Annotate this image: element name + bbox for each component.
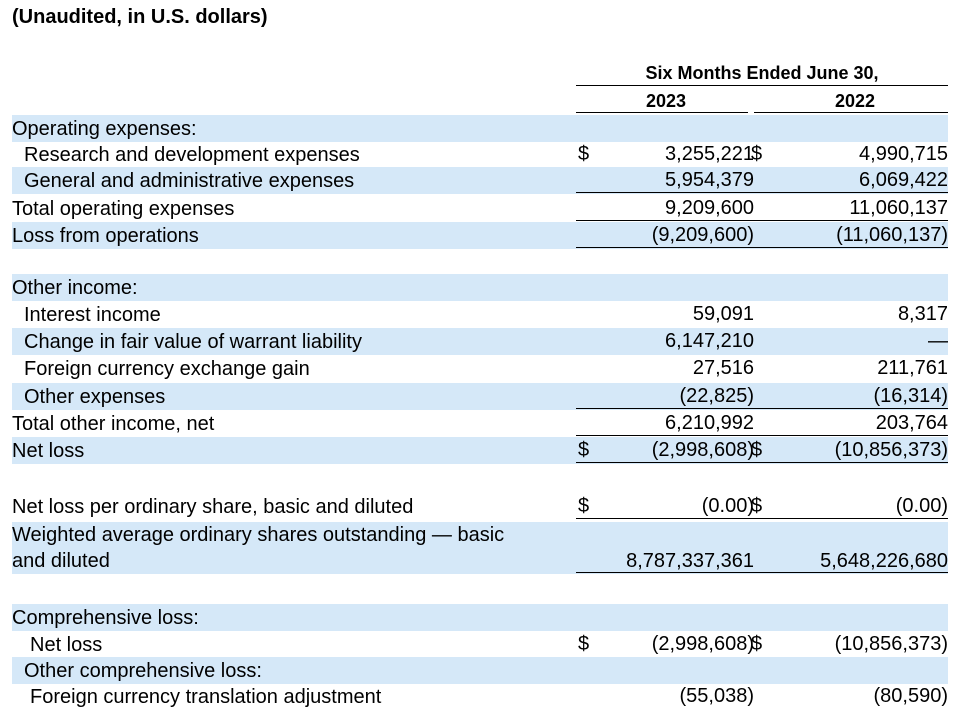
value-underline — [576, 247, 754, 248]
row-label: Net loss — [12, 440, 85, 462]
value-underline — [576, 518, 754, 519]
value-2022: 4,990,715 — [859, 143, 948, 165]
value-underline — [576, 572, 754, 573]
row-label: Other comprehensive loss: — [24, 660, 262, 682]
table-row: Operating expenses: — [12, 115, 948, 142]
row-label: General and administrative expenses — [24, 170, 355, 192]
value-2022: (16,314) — [873, 385, 949, 407]
income-statement-table: Operating expenses: Research and developm… — [0, 0, 968, 708]
table-row: Research and development expenses $3,255,… — [12, 141, 948, 167]
value-2023: 3,255,221 — [665, 143, 754, 165]
value-underline — [576, 435, 754, 436]
table-row: Other income: — [12, 274, 948, 301]
table-row: General and administrative expenses 5,954… — [12, 167, 948, 194]
currency-symbol-2023: $ — [578, 495, 590, 517]
value-2023: (55,038) — [679, 685, 755, 707]
row-label: Weighted average ordinary shares outstan… — [12, 524, 505, 546]
table-row: Comprehensive loss: — [12, 604, 948, 631]
value-2023: 5,954,379 — [665, 169, 754, 191]
value-underline — [576, 408, 754, 409]
table-row: Foreign currency exchange gain 27,516 211,… — [12, 355, 948, 382]
row-label: Research and development expenses — [24, 144, 360, 166]
table-row: Other expenses (22,825) (16,314) — [12, 383, 948, 410]
row-label: Foreign currency exchange gain — [24, 358, 310, 380]
value-2023: 6,210,992 — [665, 412, 754, 434]
table-row: Total other income, net 6,210,992 203,764 — [12, 410, 948, 437]
value-2023: (2,998,608) — [651, 633, 754, 655]
value-underline — [754, 572, 948, 573]
currency-symbol-2023: $ — [578, 143, 590, 165]
table-row: Interest income 59,091 8,317 — [12, 301, 948, 328]
table-row: Other comprehensive loss: — [12, 657, 948, 684]
table-row: Loss from operations (9,209,600) (11,060,1… — [12, 222, 948, 249]
table-row: Weighted average ordinary shares outstan… — [12, 522, 948, 574]
value-2022: 6,069,422 — [859, 169, 948, 191]
currency-symbol-2022: $ — [751, 143, 763, 165]
value-underline — [754, 462, 948, 463]
value-2022: 5,648,226,680 — [820, 550, 948, 572]
value-2022: (10,856,373) — [834, 439, 948, 461]
value-underline — [754, 220, 948, 221]
table-row: Change in fair value of warrant liabilit… — [12, 328, 948, 355]
value-2023: (2,998,608) — [651, 439, 754, 461]
value-2023: (0.00) — [701, 495, 754, 517]
row-label: Change in fair value of warrant liabilit… — [24, 331, 362, 353]
row-label: Comprehensive loss: — [12, 607, 199, 629]
value-2022: 211,761 — [877, 357, 948, 379]
row-label: Interest income — [24, 304, 161, 326]
value-2022: (11,060,137) — [836, 224, 948, 246]
value-2022: 203,764 — [875, 412, 948, 434]
row-label: Net loss per ordinary share, basic and d… — [12, 496, 414, 518]
value-underline — [754, 435, 948, 436]
value-2023: 59,091 — [692, 303, 754, 325]
value-underline — [576, 220, 754, 221]
currency-symbol-2023: $ — [578, 439, 590, 461]
value-2022: (10,856,373) — [834, 633, 948, 655]
value-2023: (9,209,600) — [651, 224, 754, 246]
row-label: Foreign currency translation adjustment — [30, 686, 382, 708]
table-row: Foreign currency translation adjustment (… — [12, 683, 948, 710]
table-row: Net loss per ordinary share, basic and d… — [12, 493, 948, 520]
row-label: Total operating expenses — [12, 198, 235, 220]
value-2023: 27,516 — [692, 357, 754, 379]
currency-symbol-2022: $ — [751, 439, 763, 461]
row-label: Operating expenses: — [12, 118, 197, 140]
value-underline — [576, 462, 754, 463]
value-2023: 9,209,600 — [665, 197, 754, 219]
value-underline — [754, 192, 948, 193]
row-label: Other income: — [12, 277, 138, 299]
currency-symbol-2023: $ — [578, 633, 590, 655]
value-underline — [754, 247, 948, 248]
currency-symbol-2022: $ — [751, 495, 763, 517]
row-label: Total other income, net — [12, 413, 215, 435]
row-label: Loss from operations — [12, 225, 199, 247]
row-label: Other expenses — [24, 386, 166, 408]
value-2022: (0.00) — [895, 495, 948, 517]
value-underline — [576, 192, 754, 193]
currency-symbol-2022: $ — [751, 633, 763, 655]
table-row: Total operating expenses 9,209,600 11,060,… — [12, 195, 948, 222]
table-row: Net loss $ (2,998,608) $ (10,856,373) — [12, 631, 948, 658]
value-2022: (80,590) — [873, 685, 949, 707]
value-2022: 11,060,137 — [849, 197, 948, 219]
value-2023: (22,825) — [679, 385, 755, 407]
row-label: Net loss — [30, 634, 103, 656]
value-2022: — — [928, 330, 948, 352]
value-underline — [754, 518, 948, 519]
value-2023: 6,147,210 — [665, 330, 754, 352]
row-label-continued: and diluted — [12, 550, 110, 572]
value-2022: 8,317 — [897, 303, 948, 325]
table-row: Net loss $ (2,998,608) $ (10,856,373) — [12, 437, 948, 464]
value-underline — [754, 408, 948, 409]
value-2023: 8,787,337,361 — [626, 550, 754, 572]
